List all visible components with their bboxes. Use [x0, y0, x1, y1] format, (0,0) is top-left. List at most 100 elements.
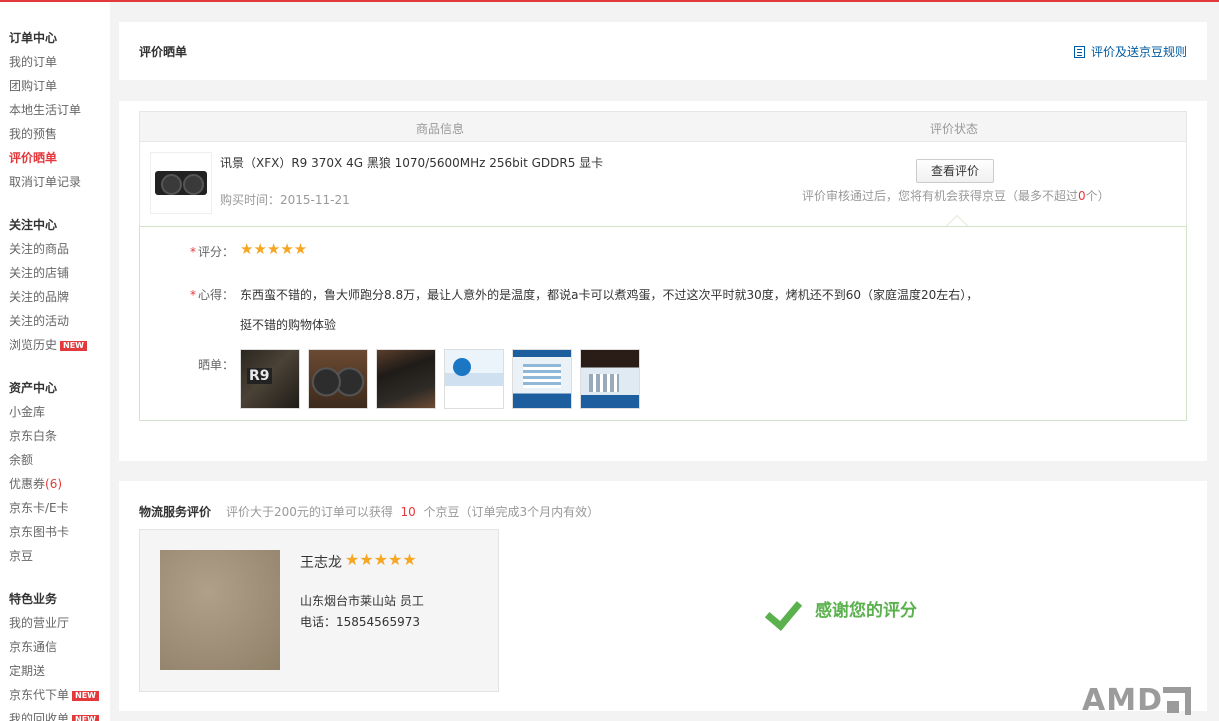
review-tip-suffix: 个）: [1085, 189, 1110, 203]
photo-thumbnail[interactable]: [512, 349, 572, 409]
sidebar-item[interactable]: 余额: [9, 448, 69, 472]
sidebar-group-title: 订单中心: [9, 31, 58, 45]
rules-link[interactable]: 评价及送京豆规则: [1073, 43, 1187, 60]
review-panel: 商品信息 评价状态 讯景（XFX）R9 370X 4G 黑狼 1070/5600…: [119, 101, 1207, 461]
new-badge: NEW: [60, 340, 87, 351]
sidebar-item[interactable]: 关注的活动: [9, 309, 87, 333]
product-name[interactable]: 讯景（XFX）R9 370X 4G 黑狼 1070/5600MHz 256bit…: [220, 154, 603, 171]
sidebar-item[interactable]: 京东通信: [9, 635, 99, 659]
review-tip-prefix: 评价审核通过后，您将有机会获得京豆（最多不超过: [802, 189, 1079, 203]
sidebar-item-count: (6): [45, 477, 63, 491]
sidebar-item-label: 关注的店铺: [9, 266, 70, 280]
sidebar-item-label: 团购订单: [9, 79, 58, 93]
review-text-line1: 东西蛮不错的，鲁大师跑分8.8万，最让人意外的是温度，都说a卡可以煮鸡蛋，不过这…: [240, 288, 979, 302]
sidebar-item[interactable]: 团购订单: [9, 74, 81, 98]
sidebar-item[interactable]: 京东白条: [9, 424, 69, 448]
photo-thumbnail[interactable]: [444, 349, 504, 409]
product-row: 讯景（XFX）R9 370X 4G 黑狼 1070/5600MHz 256bit…: [140, 142, 1186, 226]
courier-phone: 电话：15854565973: [300, 615, 420, 629]
sidebar-item-label: 浏览历史: [9, 338, 58, 352]
sidebar-item-label: 取消订单记录: [9, 175, 82, 189]
sidebar-item-label: 关注的品牌: [9, 290, 70, 304]
purchase-date-value: 2015-11-21: [280, 193, 350, 207]
sidebar-item[interactable]: 京东卡/E卡: [9, 496, 69, 520]
logistics-desc-prefix: 评价大于200元的订单可以获得: [226, 505, 393, 519]
sidebar-item[interactable]: 小金库: [9, 400, 69, 424]
photo-thumbnails: [240, 349, 648, 409]
sidebar-item-label: 优惠券: [9, 477, 46, 491]
page-title: 评价晒单: [139, 45, 188, 59]
sidebar-item-label: 京东白条: [9, 429, 58, 443]
sidebar-item[interactable]: 京豆: [9, 544, 69, 568]
pointer-arrow: [946, 215, 968, 226]
photo-thumbnail[interactable]: [580, 349, 640, 409]
sidebar-item[interactable]: 我的回收单 NEW: [9, 707, 99, 721]
sidebar-group-title: 特色业务: [9, 592, 58, 606]
photos-label: 晒单：: [197, 358, 234, 372]
check-icon: [769, 593, 809, 623]
sidebar-item-label: 京东卡/E卡: [9, 501, 69, 515]
sidebar-item[interactable]: 定期送: [9, 659, 99, 683]
sidebar-item-label: 定期送: [9, 664, 46, 678]
sidebar-item-label: 余额: [9, 453, 34, 467]
photo-thumbnail[interactable]: [240, 349, 300, 409]
sidebar-item[interactable]: 评价晒单: [9, 146, 81, 170]
sidebar-item[interactable]: 取消订单记录: [9, 170, 81, 194]
sidebar-group: 关注中心关注的商品关注的店铺关注的品牌关注的活动浏览历史 NEW: [0, 213, 87, 357]
purchase-date: 购买时间：2015-11-21: [220, 191, 350, 208]
sidebar-group-title: 关注中心: [9, 218, 58, 232]
thanks-message: 感谢您的评分: [769, 593, 917, 623]
content-label: * 心得：: [189, 288, 234, 302]
product-image[interactable]: [150, 152, 212, 214]
sidebar-item[interactable]: 京东代下单 NEW: [9, 683, 99, 707]
sidebar-item-label: 我的营业厅: [9, 616, 70, 630]
photo-thumbnail[interactable]: [376, 349, 436, 409]
sidebar-item[interactable]: 关注的商品: [9, 237, 87, 261]
review-table: 商品信息 评价状态 讯景（XFX）R9 370X 4G 黑狼 1070/5600…: [139, 111, 1187, 421]
courier-rating-stars[interactable]: ★★★★★: [345, 550, 417, 569]
sidebar-item[interactable]: 京东图书卡: [9, 520, 69, 544]
sidebar-item[interactable]: 优惠券(6): [9, 472, 69, 496]
rules-link-label: 评价及送京豆规则: [1090, 45, 1187, 59]
courier-station: 山东烟台市莱山站 员工: [300, 594, 424, 608]
rating-stars: ★★★★★: [240, 240, 308, 258]
sidebar-item[interactable]: 我的预售: [9, 122, 81, 146]
sidebar-item-label: 我的预售: [9, 127, 58, 141]
sidebar-item-label: 京东代下单: [9, 688, 70, 702]
sidebar-item-label: 京豆: [9, 549, 34, 563]
sidebar-item[interactable]: 我的订单: [9, 50, 81, 74]
sidebar-item[interactable]: 我的营业厅: [9, 611, 99, 635]
list-icon: [1073, 46, 1085, 58]
logistics-title: 物流服务评价: [139, 505, 212, 519]
sidebar-group: 订单中心我的订单团购订单本地生活订单 我的预售评价晒单取消订单记录: [0, 26, 81, 194]
amd-watermark: AMD: [1082, 686, 1191, 716]
amd-watermark-text: AMD: [1082, 683, 1163, 718]
table-header: 商品信息 评价状态: [140, 112, 1186, 142]
photo-thumbnail[interactable]: [308, 349, 368, 409]
sidebar-item[interactable]: 浏览历史 NEW: [9, 333, 87, 357]
sidebar-group-title: 资产中心: [9, 381, 58, 395]
logistics-panel: 物流服务评价 评价大于200元的订单可以获得 10 个京豆（订单完成3个月内有效…: [119, 481, 1207, 711]
review-tip: 评价审核通过后，您将有机会获得京豆（最多不超过0个）: [802, 187, 1110, 204]
logistics-desc: 评价大于200元的订单可以获得 10 个京豆（订单完成3个月内有效）: [226, 503, 599, 520]
avatar: [160, 550, 280, 670]
sidebar-item-label: 我的订单: [9, 55, 58, 69]
sidebar-item[interactable]: 关注的品牌: [9, 285, 87, 309]
new-badge: NEW: [72, 714, 99, 721]
courier-name: 王志龙: [300, 555, 342, 571]
new-badge: NEW: [72, 690, 99, 701]
logistics-desc-suffix: 个京豆（订单完成3个月内有效）: [423, 505, 600, 519]
amd-arrow-icon: [1162, 687, 1191, 715]
sidebar-item[interactable]: 本地生活订单: [9, 98, 81, 122]
review-content: * 评分： ★★★★★ * 心得： 东西蛮不错的，鲁大师跑分8.8万，最让人意外的是…: [140, 226, 1186, 420]
sidebar: 订单中心我的订单团购订单本地生活订单 我的预售评价晒单取消订单记录 关注中心关注的商…: [0, 2, 110, 721]
sidebar-group: 资产中心小金库京东白条余额优惠券(6) 京东卡/E卡京东图书卡京豆: [0, 376, 69, 568]
page-header: 评价晒单 评价及送京豆规则: [119, 22, 1207, 80]
sidebar-item-label: 小金库: [9, 405, 46, 419]
logistics-desc-num: 10: [400, 505, 416, 519]
sidebar-group: 特色业务 我的营业厅 京东通信 定期送 京东代下单 NEW 我的回收单 NEW: [0, 587, 99, 721]
view-review-button[interactable]: 查看评价: [916, 159, 994, 183]
sidebar-item[interactable]: 关注的店铺: [9, 261, 87, 285]
sidebar-item-label: 关注的活动: [9, 314, 70, 328]
sidebar-item-label: 本地生活订单: [9, 103, 82, 117]
